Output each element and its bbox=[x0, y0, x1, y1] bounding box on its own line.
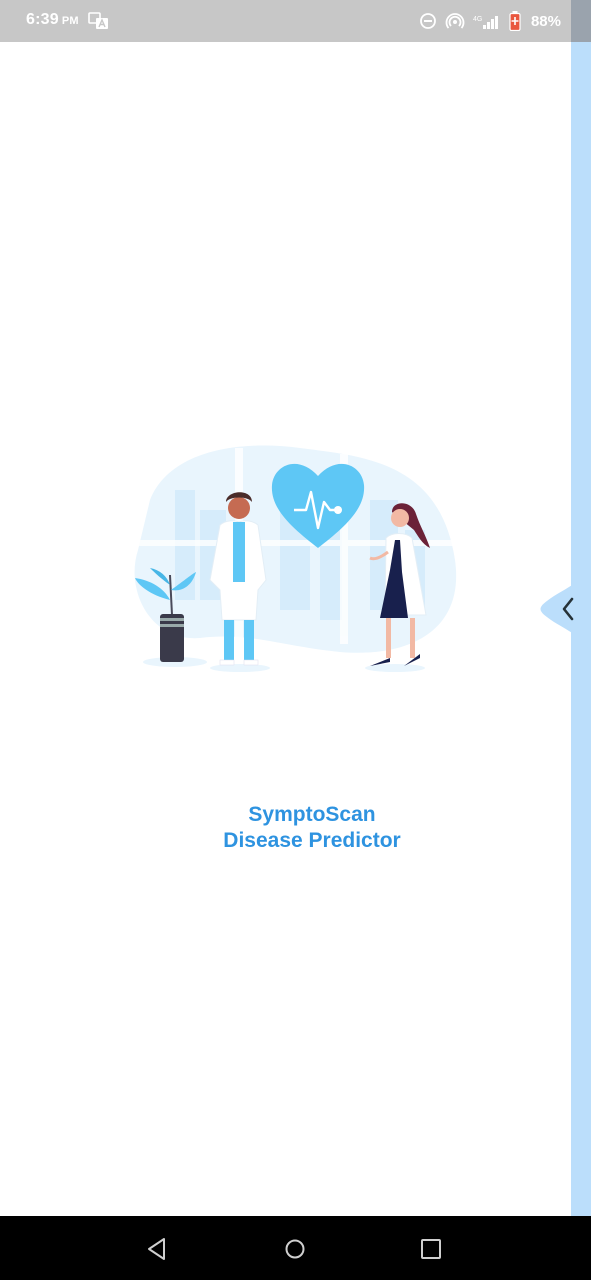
signal-icon: 4G bbox=[473, 16, 498, 29]
status-ampm: PM bbox=[61, 15, 79, 27]
svg-text:4G: 4G bbox=[473, 16, 482, 23]
battery-percent: 88% bbox=[530, 12, 561, 30]
translate-icon bbox=[88, 12, 108, 29]
battery-icon bbox=[509, 11, 521, 31]
do-not-disturb-icon bbox=[420, 13, 436, 29]
recents-button[interactable] bbox=[418, 1236, 444, 1262]
status-icons: 4G 88% bbox=[419, 10, 561, 32]
splash-screen: 6:39 PM 4G 88% SymptoScan Disease Predic… bbox=[0, 0, 591, 1280]
edge-panel-handle[interactable] bbox=[534, 558, 591, 660]
home-button[interactable] bbox=[282, 1236, 308, 1262]
app-title: SymptoScan Disease Predictor bbox=[150, 802, 474, 854]
hotspot-icon bbox=[445, 13, 465, 29]
app-title-line2: Disease Predictor bbox=[223, 829, 401, 852]
status-edge bbox=[571, 0, 591, 42]
status-time: 6:39 PM bbox=[26, 11, 79, 29]
doctors-illustration bbox=[130, 445, 460, 672]
status-bar: 6:39 PM 4G 88% bbox=[0, 0, 591, 42]
nav-bar bbox=[0, 1216, 591, 1280]
back-button[interactable] bbox=[144, 1236, 170, 1262]
app-title-line1: SymptoScan bbox=[248, 803, 376, 826]
status-time-value: 6:39 bbox=[26, 11, 59, 28]
